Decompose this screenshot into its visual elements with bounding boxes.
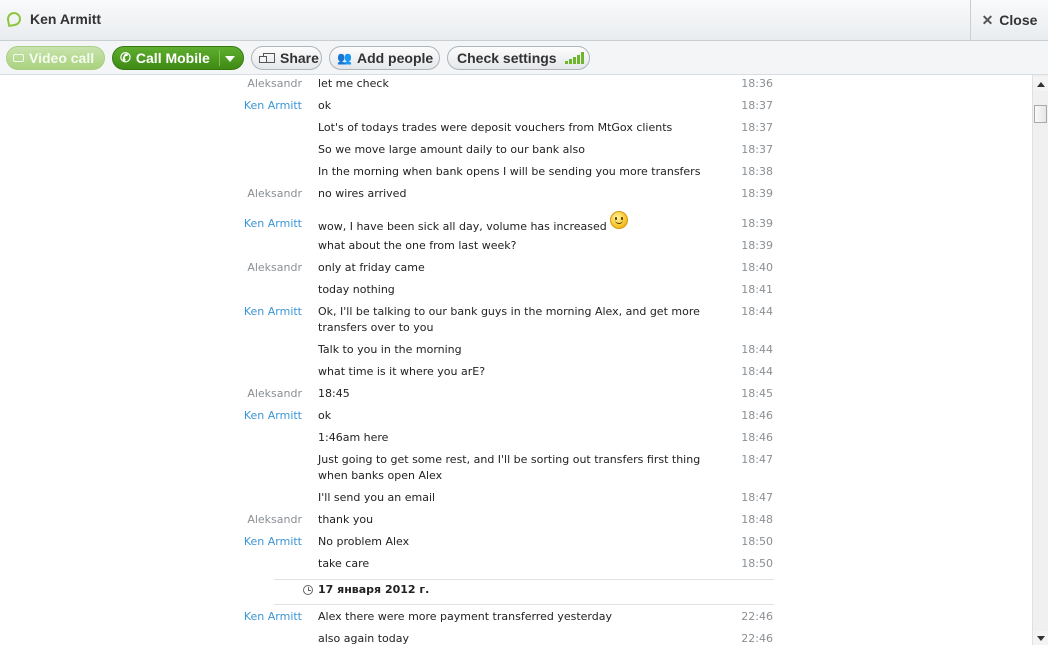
message-time: 18:39 bbox=[741, 187, 773, 200]
window-title: Ken Armitt bbox=[30, 11, 102, 27]
message-text: ok bbox=[318, 99, 332, 112]
message-text: also again today bbox=[318, 632, 410, 645]
video-call-button[interactable]: Video call bbox=[6, 46, 105, 70]
message-time: 18:38 bbox=[741, 165, 773, 178]
message-sender[interactable]: Ken Armitt bbox=[0, 304, 302, 320]
message-time: 18:46 bbox=[741, 409, 773, 422]
message-sender[interactable]: Ken Armitt bbox=[0, 534, 302, 550]
share-icon bbox=[259, 53, 275, 63]
close-label: Close bbox=[999, 12, 1038, 28]
message-text: no wires arrived bbox=[318, 187, 407, 200]
scroll-down-button[interactable] bbox=[1033, 631, 1048, 645]
message-text: In the morning when bank opens I will be… bbox=[318, 165, 701, 178]
clock-icon bbox=[303, 584, 313, 595]
scrollbar-thumb[interactable] bbox=[1034, 105, 1047, 123]
message-text: Ok, I'll be talking to our bank guys in … bbox=[318, 305, 700, 334]
message-text: wow, I have been sick all day, volume ha… bbox=[318, 220, 607, 233]
video-camera-icon bbox=[13, 54, 24, 62]
skype-logo-icon bbox=[5, 10, 23, 28]
message-text-wrap: wow, I have been sick all day, volume ha… bbox=[318, 211, 728, 235]
message-time: 18:47 bbox=[741, 491, 773, 504]
add-people-button[interactable]: 👥 Add people bbox=[329, 46, 440, 70]
message-sender: Aleksandr bbox=[247, 77, 302, 90]
date-separator-bottom-line bbox=[274, 604, 774, 605]
message-text: Lot's of todays trades were deposit vouc… bbox=[318, 121, 673, 134]
message-time: 18:47 bbox=[741, 453, 773, 466]
date-separator-top-line bbox=[274, 579, 774, 580]
message-text: No problem Alex bbox=[318, 535, 410, 548]
message-time: 18:37 bbox=[741, 121, 773, 134]
toolbar: Video call ✆ Call Mobile Share 👥 Add peo… bbox=[0, 41, 1048, 75]
arrow-up-icon bbox=[1036, 81, 1045, 87]
message-time: 18:40 bbox=[741, 261, 773, 274]
message-text: ok bbox=[318, 409, 332, 422]
message-text: today nothing bbox=[318, 283, 395, 296]
close-button[interactable]: ✕ Close bbox=[970, 0, 1048, 40]
message-text: what about the one from last week? bbox=[318, 239, 517, 252]
message-text: 1:46am here bbox=[318, 431, 389, 444]
message-time: 18:39 bbox=[741, 217, 773, 230]
message-text: Alex there were more payment transferred… bbox=[318, 610, 612, 623]
check-settings-label: Check settings bbox=[457, 50, 557, 66]
message-time: 18:41 bbox=[741, 283, 773, 296]
message-sender[interactable]: Ken Armitt bbox=[0, 408, 302, 424]
message-sender: Aleksandr bbox=[247, 387, 302, 400]
message-text: Just going to get some rest, and I'll be… bbox=[318, 453, 701, 482]
add-people-label: Add people bbox=[356, 50, 434, 66]
message-sender[interactable]: Ken Armitt bbox=[0, 609, 302, 625]
message-text: I'll send you an email bbox=[318, 491, 436, 504]
title-bar: Ken Armitt ✕ Close bbox=[0, 0, 1048, 41]
message-time: 18:39 bbox=[741, 239, 773, 252]
message-text: let me check bbox=[318, 77, 389, 90]
message-text: only at friday came bbox=[318, 261, 425, 274]
message-text: 18:45 bbox=[318, 387, 350, 400]
message-time: 18:44 bbox=[741, 365, 773, 378]
message-time: 18:37 bbox=[741, 143, 773, 156]
message-sender[interactable]: Ken Armitt bbox=[0, 98, 302, 114]
message-sender: Aleksandr bbox=[247, 187, 302, 200]
message-text: what time is it where you arE? bbox=[318, 365, 486, 378]
message-time: 18:45 bbox=[741, 387, 773, 400]
message-sender[interactable]: Ken Armitt bbox=[0, 216, 302, 232]
close-icon: ✕ bbox=[981, 11, 994, 28]
message-time: 18:37 bbox=[741, 99, 773, 112]
signal-strength-icon bbox=[564, 52, 584, 64]
message-sender: Aleksandr bbox=[247, 261, 302, 274]
chat-scrollbar[interactable] bbox=[1032, 75, 1048, 645]
check-settings-button[interactable]: Check settings bbox=[447, 46, 590, 70]
call-mobile-button[interactable]: ✆ Call Mobile bbox=[112, 46, 244, 70]
date-separator-text: 17 января 2012 г. bbox=[318, 583, 430, 596]
date-separator: 17 января 2012 г. bbox=[303, 583, 429, 596]
chevron-down-icon[interactable] bbox=[225, 56, 235, 62]
arrow-down-icon bbox=[1036, 635, 1045, 641]
message-time: 18:48 bbox=[741, 513, 773, 526]
video-call-label: Video call bbox=[29, 50, 95, 66]
message-text: So we move large amount daily to our ban… bbox=[318, 143, 585, 156]
message-text: take care bbox=[318, 557, 370, 570]
message-time: 22:46 bbox=[741, 610, 773, 623]
message-time: 18:36 bbox=[741, 77, 773, 90]
people-icon: 👥 bbox=[337, 51, 352, 65]
message-time: 18:50 bbox=[741, 557, 773, 570]
share-button[interactable]: Share bbox=[251, 46, 322, 70]
scroll-up-button[interactable] bbox=[1033, 77, 1048, 91]
share-label: Share bbox=[280, 50, 319, 66]
message-time: 22:46 bbox=[741, 632, 773, 645]
message-time: 18:46 bbox=[741, 431, 773, 444]
call-mobile-label: Call Mobile bbox=[135, 50, 210, 66]
message-time: 18:44 bbox=[741, 343, 773, 356]
message-sender: Aleksandr bbox=[247, 513, 302, 526]
message-text: thank you bbox=[318, 513, 374, 526]
message-time: 18:44 bbox=[741, 305, 773, 318]
chat-history: Aleksandr let me check 18:36 Ken Armitt … bbox=[0, 75, 1032, 645]
phone-icon: ✆ bbox=[120, 50, 131, 65]
smiley-icon bbox=[609, 211, 628, 229]
message-time: 18:50 bbox=[741, 535, 773, 548]
call-divider bbox=[219, 50, 220, 66]
message-text: Talk to you in the morning bbox=[318, 343, 462, 356]
